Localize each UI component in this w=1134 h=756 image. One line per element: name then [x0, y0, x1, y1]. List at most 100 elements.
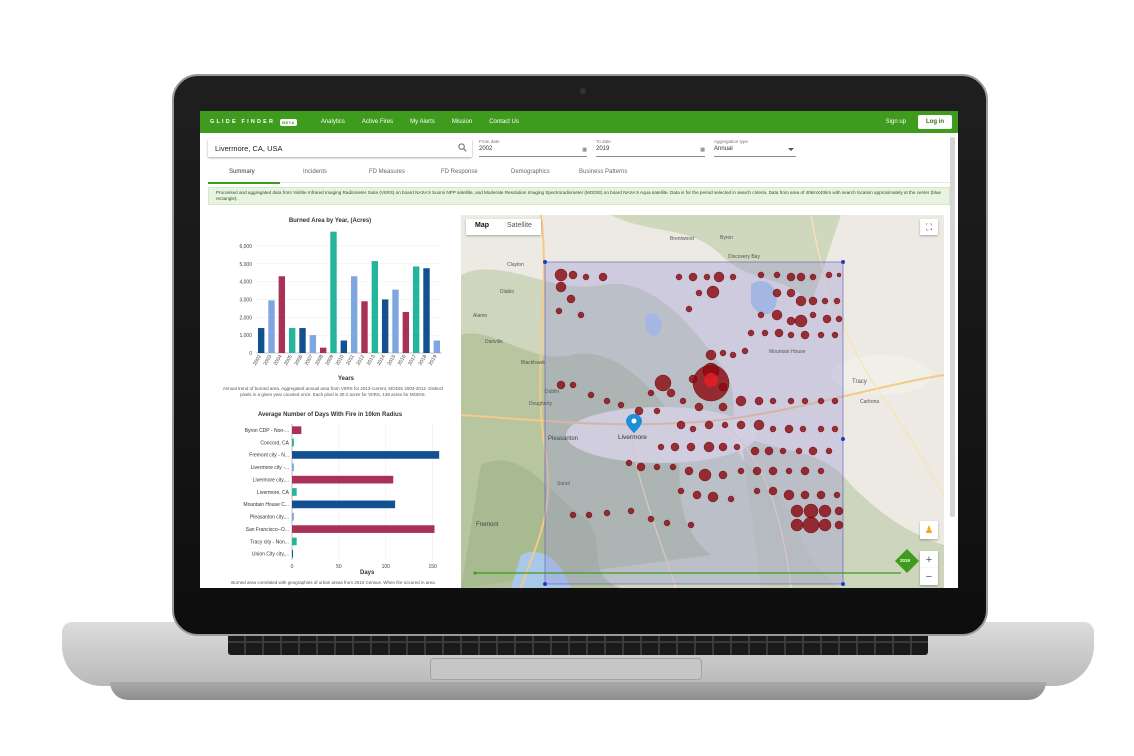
- fire-marker[interactable]: [688, 374, 698, 384]
- fire-marker[interactable]: [587, 391, 595, 399]
- login-button[interactable]: Log in: [918, 115, 952, 129]
- fire-marker[interactable]: [768, 466, 778, 476]
- from-date-field[interactable]: From date 2002 ▦: [479, 139, 587, 157]
- fire-marker[interactable]: [753, 419, 765, 431]
- fire-marker[interactable]: [800, 330, 810, 340]
- fire-marker[interactable]: [817, 467, 825, 475]
- bar[interactable]: [292, 537, 297, 546]
- bar[interactable]: [299, 328, 306, 353]
- fire-marker[interactable]: [825, 271, 833, 279]
- fire-marker[interactable]: [703, 273, 711, 281]
- nav-active-fires[interactable]: Active Fires: [362, 119, 393, 125]
- fire-marker[interactable]: [569, 511, 577, 519]
- to-date-field[interactable]: To date 2019 ▦: [596, 139, 705, 157]
- fire-marker[interactable]: [808, 446, 818, 456]
- fire-marker[interactable]: [721, 421, 729, 429]
- fire-marker[interactable]: [801, 397, 809, 405]
- fire-marker[interactable]: [784, 424, 794, 434]
- fire-marker[interactable]: [555, 281, 567, 293]
- fire-marker[interactable]: [718, 442, 728, 452]
- nav-mission[interactable]: Mission: [452, 119, 472, 125]
- fire-marker[interactable]: [834, 506, 844, 516]
- year-slider-value[interactable]: 2019: [900, 558, 910, 563]
- fire-marker[interactable]: [761, 329, 769, 337]
- fire-marker[interactable]: [688, 272, 698, 282]
- fire-marker[interactable]: [617, 401, 625, 409]
- fire-marker[interactable]: [808, 296, 818, 306]
- fire-marker[interactable]: [569, 381, 577, 389]
- fire-marker[interactable]: [729, 273, 737, 281]
- fire-marker[interactable]: [647, 389, 655, 397]
- bar[interactable]: [340, 340, 348, 353]
- fire-marker[interactable]: [698, 468, 712, 482]
- fire-marker[interactable]: [800, 490, 810, 500]
- fire-marker[interactable]: [684, 466, 694, 476]
- pegman-icon[interactable]: ♟: [920, 521, 938, 539]
- fire-marker[interactable]: [786, 316, 796, 326]
- fire-marker[interactable]: [836, 272, 842, 278]
- fire-marker[interactable]: [685, 305, 693, 313]
- bar[interactable]: [381, 299, 389, 353]
- calendar-icon[interactable]: ▦: [582, 147, 587, 153]
- bar[interactable]: [371, 261, 379, 353]
- fire-marker[interactable]: [817, 425, 825, 433]
- fire-marker[interactable]: [577, 311, 585, 319]
- fire-marker[interactable]: [718, 382, 728, 392]
- fire-marker[interactable]: [653, 407, 661, 415]
- fire-marker[interactable]: [566, 294, 576, 304]
- fire-marker[interactable]: [675, 273, 683, 281]
- fire-marker[interactable]: [707, 491, 719, 503]
- bar[interactable]: [361, 301, 368, 353]
- fire-marker[interactable]: [677, 487, 685, 495]
- fire-marker[interactable]: [736, 420, 746, 430]
- bar[interactable]: [292, 475, 394, 484]
- fire-marker[interactable]: [695, 289, 703, 297]
- fire-marker[interactable]: [603, 397, 611, 405]
- fire-marker[interactable]: [556, 380, 566, 390]
- fire-marker[interactable]: [809, 311, 817, 319]
- fire-marker[interactable]: [833, 491, 841, 499]
- search-icon[interactable]: [458, 143, 467, 152]
- bar[interactable]: [392, 289, 399, 353]
- bar[interactable]: [292, 438, 294, 447]
- fire-marker[interactable]: [666, 388, 676, 398]
- bar[interactable]: [292, 488, 297, 496]
- bar[interactable]: [292, 426, 302, 435]
- fire-marker[interactable]: [719, 349, 727, 357]
- bar[interactable]: [319, 347, 327, 353]
- fire-marker[interactable]: [783, 489, 795, 501]
- fire-marker[interactable]: [831, 425, 839, 433]
- nav-analytics[interactable]: Analytics: [321, 119, 345, 125]
- fire-marker[interactable]: [727, 495, 735, 503]
- aggregation-select[interactable]: Aggregation type Annual: [714, 139, 796, 157]
- nav-contact-us[interactable]: Contact Us: [489, 119, 519, 125]
- fire-marker[interactable]: [555, 307, 563, 315]
- zoom-out-button[interactable]: −: [920, 568, 938, 585]
- bar[interactable]: [402, 311, 410, 353]
- bar[interactable]: [278, 276, 286, 353]
- fire-marker[interactable]: [718, 470, 728, 480]
- tab-summary[interactable]: Summary: [229, 169, 255, 175]
- fire-marker[interactable]: [795, 295, 807, 307]
- bar[interactable]: [292, 549, 293, 558]
- fire-marker[interactable]: [676, 420, 686, 430]
- bar[interactable]: [292, 512, 294, 521]
- fire-marker[interactable]: [704, 420, 714, 430]
- fire-marker[interactable]: [799, 425, 807, 433]
- bar[interactable]: [288, 328, 296, 353]
- bar[interactable]: [292, 500, 396, 509]
- fire-marker[interactable]: [821, 297, 829, 305]
- fire-marker[interactable]: [779, 447, 787, 455]
- fire-marker[interactable]: [653, 463, 661, 471]
- fire-marker[interactable]: [786, 288, 796, 298]
- calendar-icon[interactable]: ▦: [700, 147, 705, 153]
- bar[interactable]: [309, 335, 317, 353]
- signup-link[interactable]: Sign up: [886, 119, 906, 125]
- fire-marker[interactable]: [833, 297, 841, 305]
- fire-marker[interactable]: [794, 314, 808, 328]
- bar[interactable]: [330, 231, 337, 353]
- fire-marker[interactable]: [790, 518, 804, 532]
- fire-marker[interactable]: [582, 273, 590, 281]
- fire-marker[interactable]: [769, 397, 777, 405]
- fire-marker[interactable]: [802, 516, 820, 534]
